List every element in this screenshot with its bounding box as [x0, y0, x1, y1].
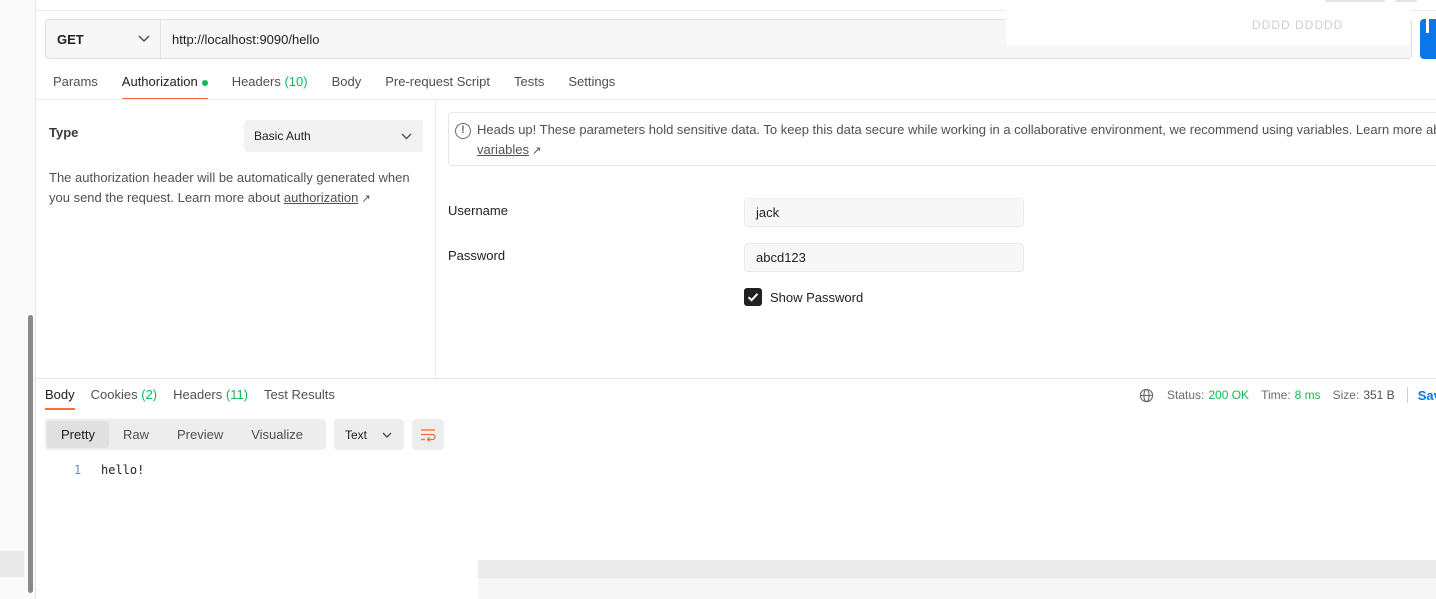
request-tabs: Params Authorization Headers (10) Body P… [53, 70, 639, 100]
sidebar-panel-edge [0, 551, 24, 577]
url-input[interactable]: http://localhost:9090/hello [161, 32, 319, 47]
time-value: 8 ms [1294, 388, 1321, 402]
bottom-panel-area [478, 578, 1436, 599]
top-edge-control [1395, 0, 1417, 2]
tab-authorization[interactable]: Authorization [121, 70, 208, 100]
response-divider [36, 378, 1436, 379]
username-label: Username [448, 203, 508, 218]
checkmark-icon [747, 293, 759, 302]
show-password-label[interactable]: Show Password [770, 290, 863, 305]
wrap-lines-button[interactable] [412, 419, 444, 450]
response-tab-cookies[interactable]: Cookies (2) [91, 384, 157, 410]
headers-count: (10) [284, 74, 308, 89]
size-group: Size: 351 B [1332, 388, 1395, 402]
status-dot-icon [201, 79, 208, 86]
status-value: 200 OK [1208, 388, 1250, 402]
scrollbar-thumb[interactable] [28, 315, 33, 593]
left-sidebar-gutter [0, 0, 36, 599]
auth-type-panel: Type Basic Auth The authorization header… [36, 100, 436, 378]
tab-headers[interactable]: Headers (10) [232, 70, 308, 100]
auth-type-value: Basic Auth [254, 129, 311, 143]
size-value: 351 B [1363, 388, 1395, 402]
chevron-down-icon [401, 133, 412, 139]
response-tab-headers[interactable]: Headers (11) [173, 384, 248, 410]
wrap-lines-icon [421, 429, 436, 442]
floating-overlay [1006, 5, 1410, 45]
chevron-down-icon [138, 35, 150, 43]
format-select[interactable]: Text [334, 419, 404, 450]
auth-description: The authorization header will be automat… [49, 168, 419, 209]
notice-text: Heads up! These parameters hold sensitiv… [477, 122, 1436, 137]
response-tabs: Body Cookies (2) Headers (11) Test Resul… [45, 384, 351, 412]
variables-link[interactable]: variables [477, 142, 529, 157]
tab-settings[interactable]: Settings [568, 70, 615, 100]
view-mode-switcher: Pretty Raw Preview Visualize [45, 419, 326, 450]
chevron-down-icon [382, 432, 392, 438]
send-button[interactable] [1420, 19, 1436, 59]
method-select[interactable]: GET [46, 20, 161, 58]
view-raw-button[interactable]: Raw [109, 421, 163, 448]
type-label: Type [49, 125, 79, 140]
line-number: 1 [74, 463, 82, 477]
save-response-button[interactable]: Save [1418, 388, 1436, 403]
external-link-icon: ↗ [361, 193, 371, 205]
cookies-count: (2) [141, 387, 158, 402]
method-label: GET [57, 31, 84, 47]
view-preview-button[interactable]: Preview [163, 421, 237, 448]
response-status-bar: Status:200 OK Time:8 ms Size:351 B Save [1139, 387, 1436, 403]
response-headers-count: (11) [225, 387, 249, 402]
time-group: Time: 8 ms [1261, 388, 1321, 402]
auth-type-select[interactable]: Basic Auth [244, 120, 423, 152]
view-visualize-button[interactable]: Visualize [237, 421, 317, 448]
view-pretty-button[interactable]: Pretty [47, 421, 109, 448]
response-body-line[interactable]: hello! [101, 463, 144, 477]
send-button-edge [1426, 19, 1429, 33]
sensitive-data-notice: ! Heads up! These parameters hold sensit… [448, 112, 1436, 166]
username-input[interactable]: jack [744, 198, 1024, 227]
tab-params[interactable]: Params [53, 70, 98, 100]
status-group: Status: 200 OK [1167, 388, 1250, 402]
response-tab-test-results[interactable]: Test Results [264, 384, 335, 410]
globe-icon[interactable] [1139, 388, 1154, 403]
external-link-icon: ↗ [532, 145, 542, 157]
tab-tests[interactable]: Tests [514, 70, 544, 100]
password-input[interactable]: abcd123 [744, 243, 1024, 272]
bottom-panel-bar [478, 560, 1436, 578]
response-tab-body[interactable]: Body [45, 384, 75, 410]
password-label: Password [448, 248, 506, 263]
variables-link-row: variables ↗ [477, 142, 541, 157]
info-icon: ! [455, 123, 471, 139]
overlay-text: DDDD DDDDD [1252, 18, 1344, 32]
tab-pre-request-script[interactable]: Pre-request Script [385, 70, 490, 100]
authorization-link[interactable]: authorization [284, 190, 358, 205]
format-value: Text [345, 427, 368, 442]
tab-body[interactable]: Body [332, 70, 362, 100]
top-edge-control [1325, 0, 1385, 2]
status-separator [1406, 387, 1408, 403]
show-password-checkbox[interactable] [744, 288, 762, 306]
